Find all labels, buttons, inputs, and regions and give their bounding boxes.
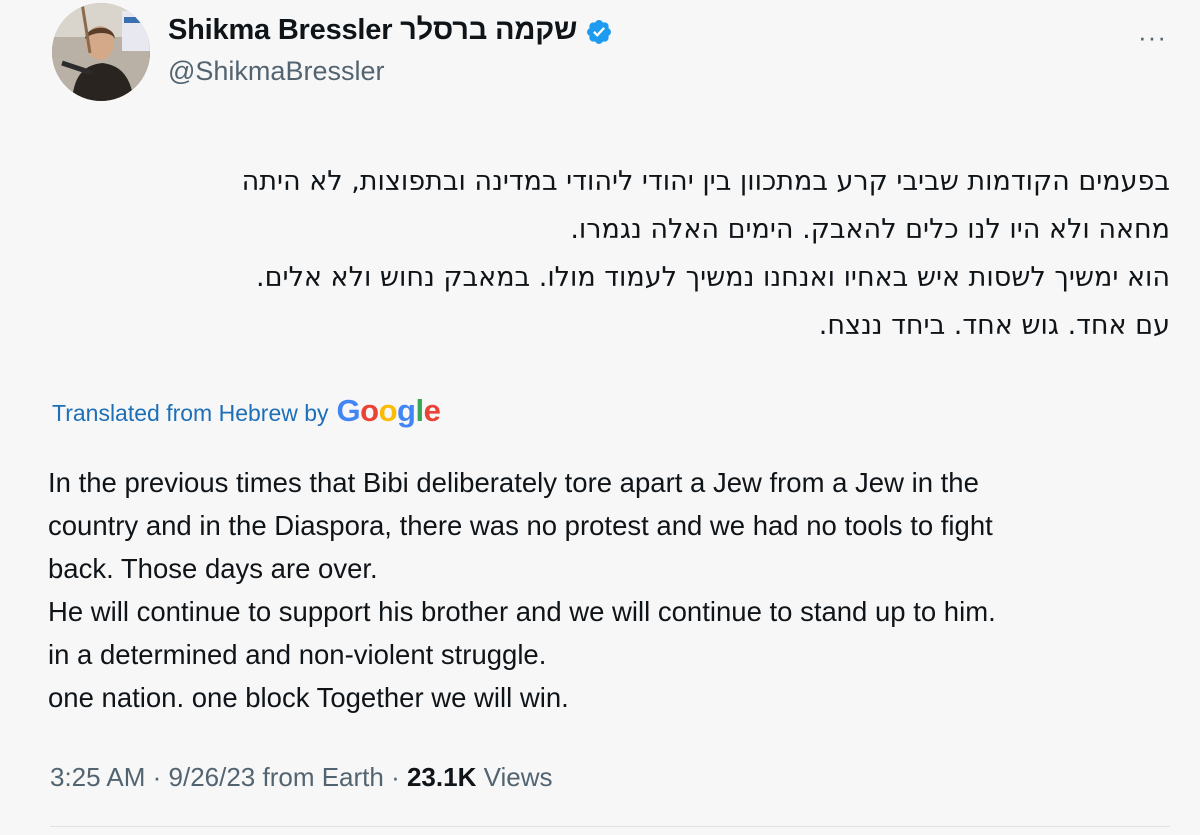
views-label: Views xyxy=(476,762,553,792)
tweet-date[interactable]: 9/26/23 xyxy=(169,762,256,793)
meta-separator: · xyxy=(383,762,407,792)
tweet-text-hebrew: בפעמים הקודמות שביבי קרע במתכוון בין יהו… xyxy=(50,158,1170,350)
avatar[interactable] xyxy=(52,3,150,101)
tweet-meta: 3:25 AM · 9/26/23 from Earth · 23.1K Vie… xyxy=(50,762,552,793)
translation-link[interactable]: Translated from Hebrew by Google xyxy=(52,393,441,429)
author-display-name[interactable]: Shikma Bressler שקמה ברסלר xyxy=(168,14,577,47)
author-name-row[interactable]: Shikma Bressler שקמה ברסלר xyxy=(168,14,613,47)
tweet-text-translation: In the previous times that Bibi delibera… xyxy=(48,461,1168,719)
tweet-line-english: back. Those days are over. xyxy=(48,553,378,584)
tweet-card: Shikma Bressler שקמה ברסלר @ShikmaBressl… xyxy=(0,0,1200,835)
meta-separator: · xyxy=(145,762,169,792)
tweet-line-english: country and in the Diaspora, there was n… xyxy=(48,510,993,541)
tweet-line-english: one nation. one block Together we will w… xyxy=(48,682,569,713)
tweet-line-hebrew: בפעמים הקודמות שביבי קרע במתכוון בין יהו… xyxy=(241,166,1170,197)
tweet-line-english: He will continue to support his brother … xyxy=(48,596,996,627)
tweet-line-hebrew: עם אחד. גוש אחד. ביחד ננצח. xyxy=(818,310,1170,341)
tweet-time[interactable]: 3:25 AM xyxy=(50,762,145,793)
author-name-latin[interactable]: Shikma Bressler xyxy=(168,14,393,46)
avatar-photo xyxy=(52,3,150,101)
more-options-icon[interactable]: ··· xyxy=(1138,22,1167,53)
divider xyxy=(50,826,1170,827)
tweet-source: from Earth xyxy=(255,762,384,792)
author-handle[interactable]: @ShikmaBressler xyxy=(168,56,384,87)
tweet-line-english: In the previous times that Bibi delibera… xyxy=(48,467,979,498)
views-count[interactable]: 23.1K xyxy=(407,762,476,793)
verified-badge-icon xyxy=(585,18,613,46)
translation-label[interactable]: Translated from Hebrew by xyxy=(52,400,329,427)
tweet-line-english: in a determined and non-violent struggle… xyxy=(48,639,547,670)
tweet-line-hebrew: מחאה ולא היו לנו כלים להאבק. הימים האלה … xyxy=(570,214,1170,245)
tweet-line-hebrew: הוא ימשיך לשסות איש באחיו ואנחנו נמשיך ל… xyxy=(256,262,1170,293)
google-logo: Google xyxy=(336,393,441,428)
author-name-hebrew[interactable]: שקמה ברסלר xyxy=(400,14,577,46)
